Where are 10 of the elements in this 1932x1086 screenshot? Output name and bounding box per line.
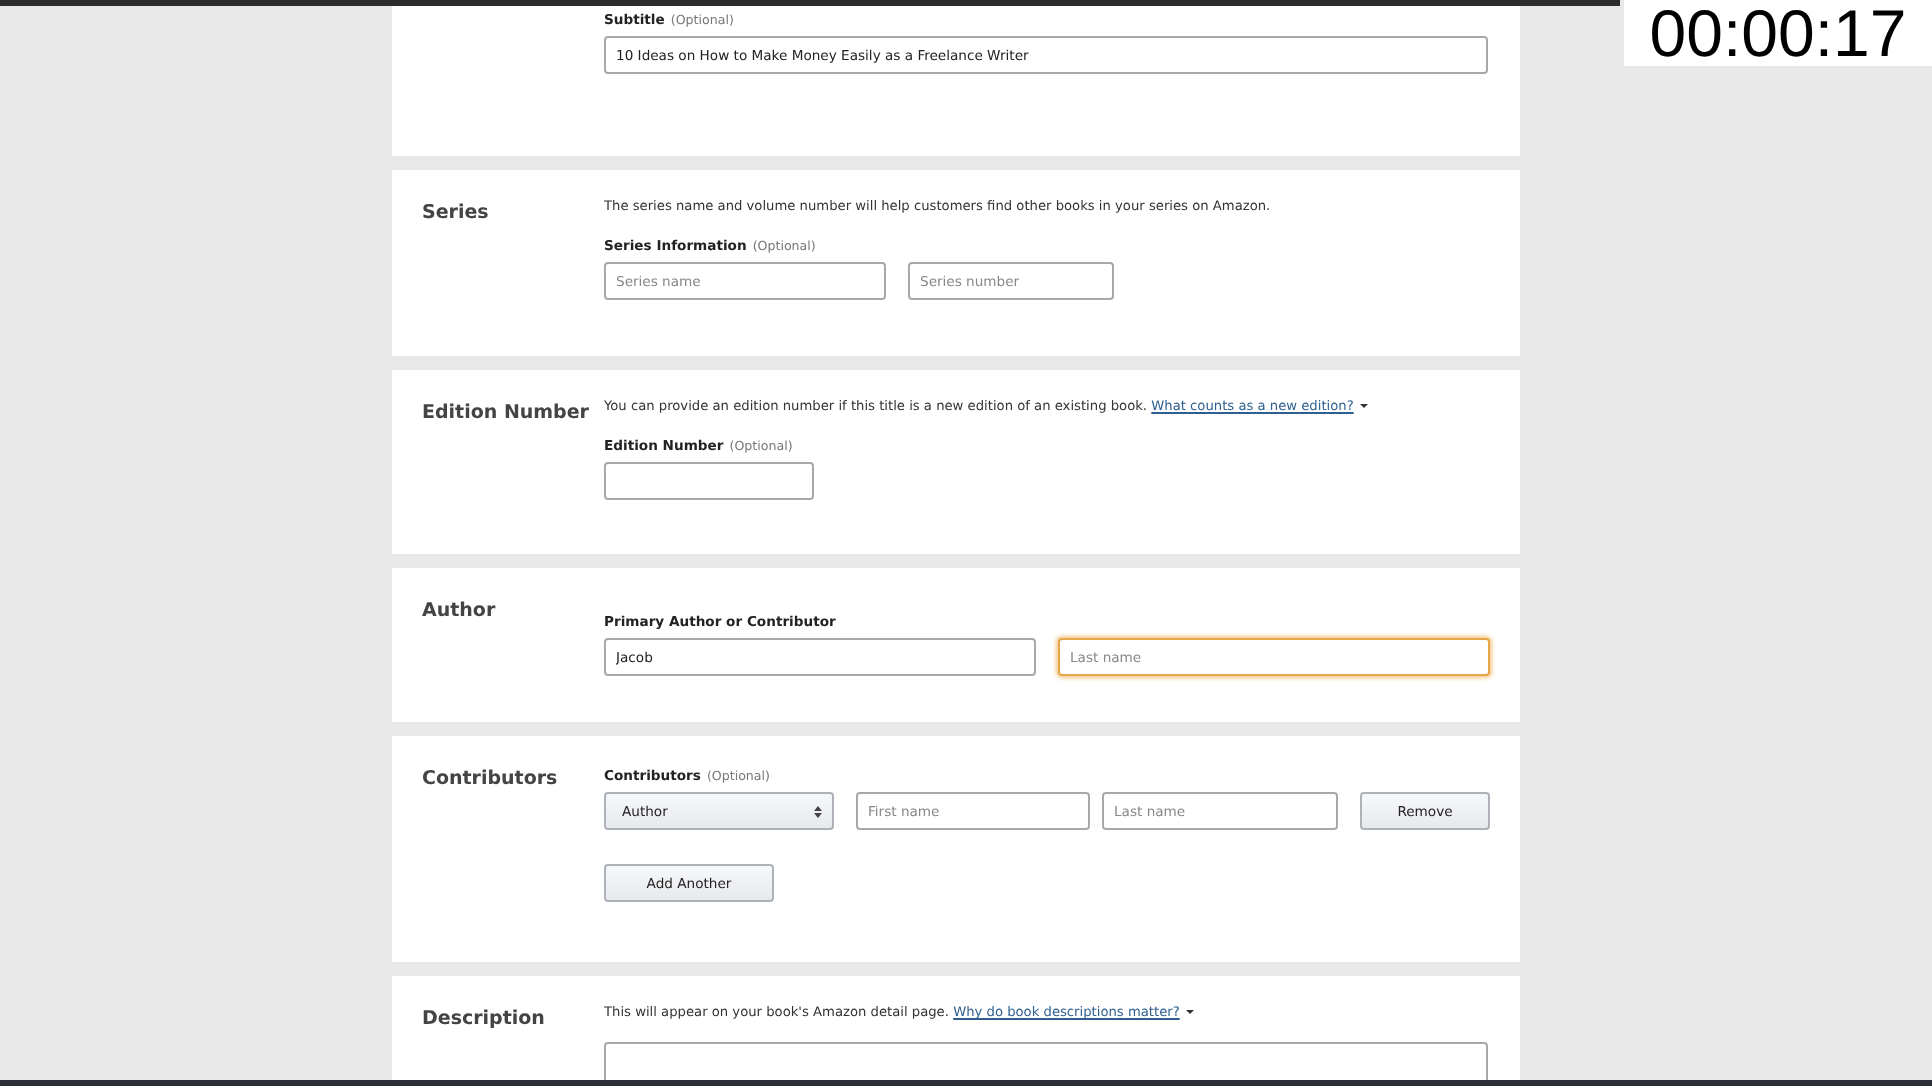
updown-icon [814,805,822,818]
timer-text: 00:00:17 [1624,0,1932,66]
section-heading: Contributors [422,766,560,794]
caret-icon [1359,404,1368,409]
section-heading: Author [422,598,498,626]
section-heading: Series [422,200,491,228]
caret-icon [1185,1010,1194,1015]
text-field[interactable] [604,462,814,501]
section-heading: Edition Number [422,400,591,428]
section-heading: Description [422,1006,547,1034]
